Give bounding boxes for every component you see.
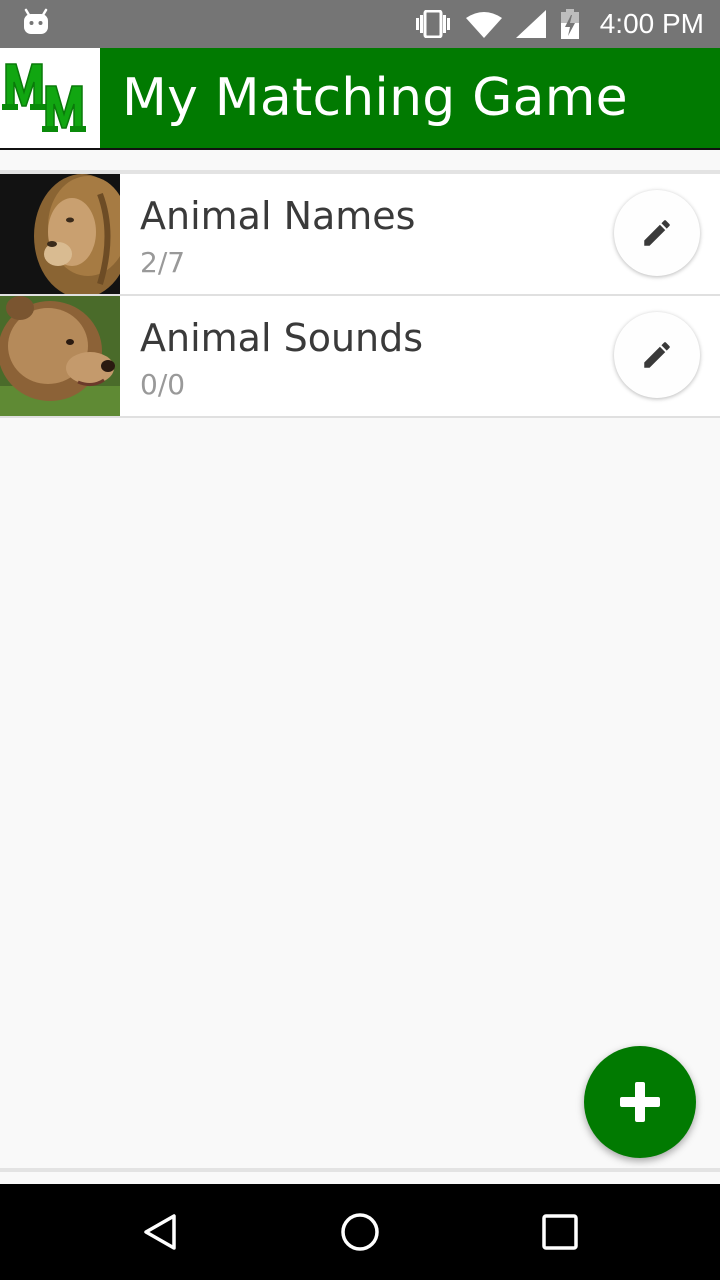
navigation-bar (0, 1184, 720, 1280)
edit-button[interactable] (614, 312, 700, 398)
vibrate-icon (415, 10, 450, 38)
pencil-icon (644, 220, 670, 246)
add-game-button[interactable] (584, 1046, 696, 1158)
clock: 4:00 PM (599, 8, 704, 39)
app-bar: My Matching Game (0, 48, 720, 150)
edit-button[interactable] (614, 190, 700, 276)
home-icon (341, 1213, 379, 1251)
status-bar: 4:00 PM (0, 0, 720, 48)
wifi-icon (465, 12, 502, 38)
android-debug-icon (24, 8, 48, 34)
pencil-icon (644, 342, 670, 368)
lion-thumbnail (0, 174, 120, 294)
game-progress: 0/0 (140, 368, 186, 401)
home-button[interactable] (300, 1184, 420, 1280)
bear-thumbnail (0, 296, 120, 416)
back-icon (144, 1214, 176, 1250)
game-row-animal-names[interactable]: Animal Names 2/7 (0, 174, 720, 296)
signal-icon (515, 10, 546, 38)
back-button[interactable] (100, 1184, 220, 1280)
game-name: Animal Names (140, 194, 416, 238)
app-title: My Matching Game (122, 68, 628, 128)
bottom-divider (0, 1168, 720, 1172)
app-logo (0, 48, 100, 148)
recents-icon (542, 1214, 578, 1250)
battery-charging-icon (560, 9, 579, 39)
game-name: Animal Sounds (140, 316, 424, 360)
game-row-animal-sounds[interactable]: Animal Sounds 0/0 (0, 296, 720, 418)
plus-icon (620, 1082, 660, 1122)
recents-button[interactable] (500, 1184, 620, 1280)
game-progress: 2/7 (140, 246, 186, 279)
